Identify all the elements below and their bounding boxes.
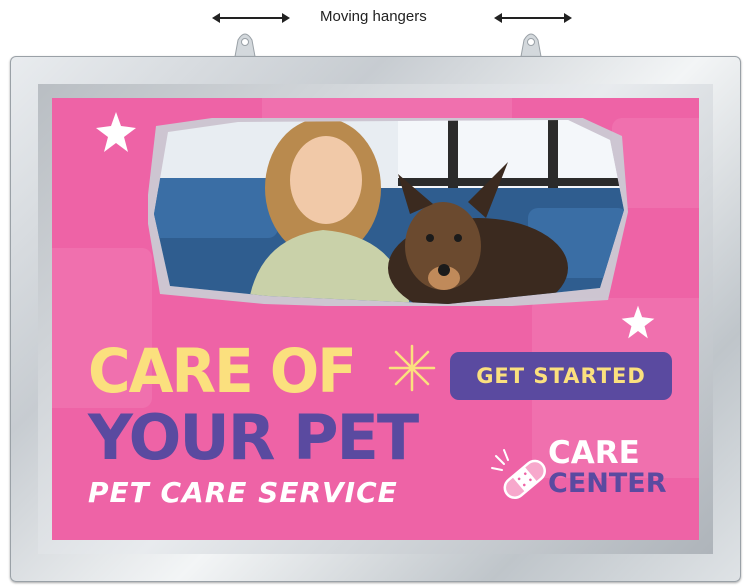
star-icon bbox=[96, 112, 136, 152]
woman-with-dog-photo bbox=[148, 118, 628, 306]
care-center-logo: CARE CENTER bbox=[490, 438, 670, 508]
bandage-icon bbox=[491, 449, 546, 499]
poster: CARE OF YOUR PET PET CARE SERVICE GET ST… bbox=[52, 98, 699, 540]
caption-text: Moving hangers bbox=[320, 8, 427, 25]
logo-line-center: CENTER bbox=[548, 468, 667, 499]
get-started-button[interactable]: GET STARTED bbox=[450, 352, 672, 400]
right-double-arrow-icon bbox=[494, 13, 572, 23]
poster-frame: CARE OF YOUR PET PET CARE SERVICE GET ST… bbox=[10, 56, 741, 582]
subheadline: PET CARE SERVICE bbox=[88, 476, 398, 509]
headline-care-of: CARE OF bbox=[88, 335, 357, 407]
logo-line-care: CARE bbox=[548, 435, 640, 471]
logo-text: CARE CENTER bbox=[548, 435, 667, 499]
left-double-arrow-icon bbox=[212, 13, 290, 23]
sparkle-icon bbox=[388, 344, 436, 392]
headline-your-pet: YOUR PET bbox=[88, 401, 419, 474]
moving-hangers-caption: Moving hangers bbox=[0, 8, 751, 30]
star-icon bbox=[621, 305, 655, 339]
